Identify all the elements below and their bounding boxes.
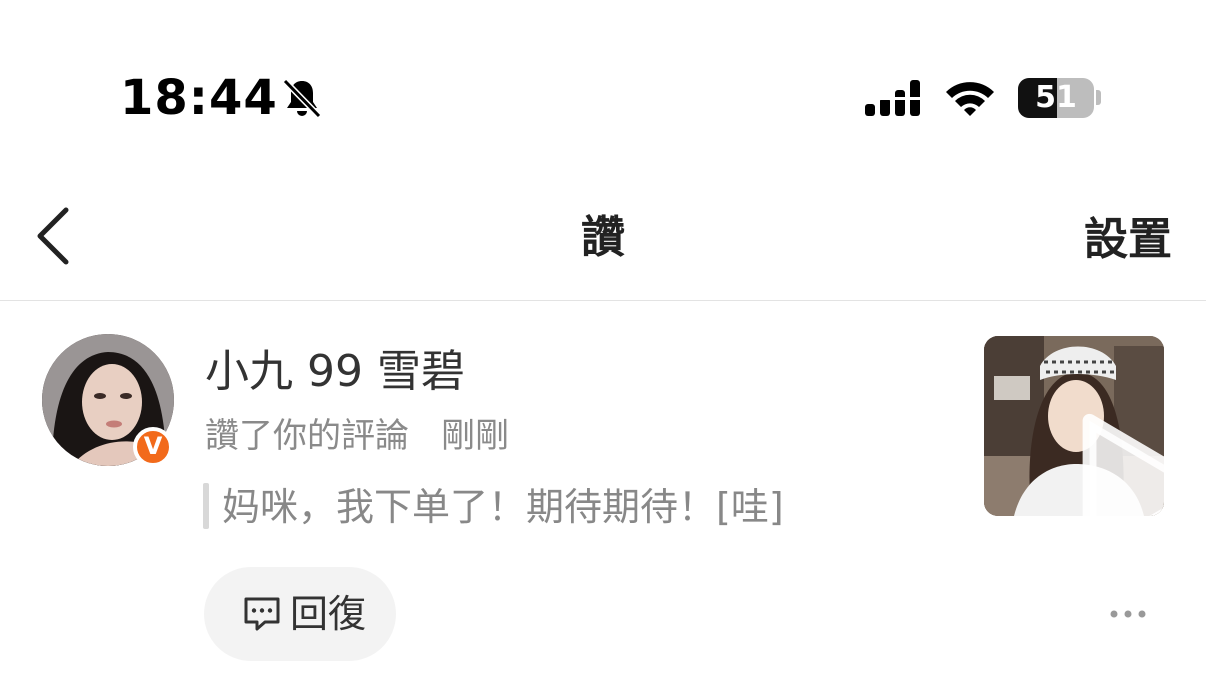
timestamp: 剛剛 (441, 416, 509, 456)
battery-tip (1096, 90, 1101, 105)
more-dots-icon[interactable] (1108, 602, 1148, 626)
comment-icon (244, 597, 280, 631)
likes-screen: 18:44 51 讚 設置 V 小九 99 雪碧 讚了你的評論 剛剛 妈咪，我下… (0, 0, 1206, 692)
comment-quote-bar (203, 483, 209, 529)
battery-percent: 51 (1035, 80, 1077, 115)
username[interactable]: 小九 99 雪碧 (205, 344, 465, 400)
reply-label: 回復 (290, 592, 367, 636)
page-title: 讚 (581, 212, 625, 263)
comment-text[interactable]: 妈咪，我下单了！期待期待！[哇] (222, 482, 784, 532)
settings-button[interactable]: 設置 (1084, 214, 1172, 266)
action-line: 讚了你的評論 剛剛 (205, 414, 509, 458)
video-thumbnail[interactable] (984, 336, 1164, 516)
wifi-icon (946, 82, 994, 116)
battery-icon: 51 (1018, 78, 1094, 118)
bell-slash-icon (282, 78, 322, 119)
verified-badge: V (133, 427, 173, 467)
header-divider (0, 300, 1206, 301)
action-text: 讚了你的評論 (205, 416, 409, 456)
reply-button[interactable]: 回復 (204, 567, 396, 661)
cellular-signal-icon (864, 80, 924, 116)
status-time: 18:44 (120, 70, 278, 126)
play-icon (1082, 413, 1164, 516)
